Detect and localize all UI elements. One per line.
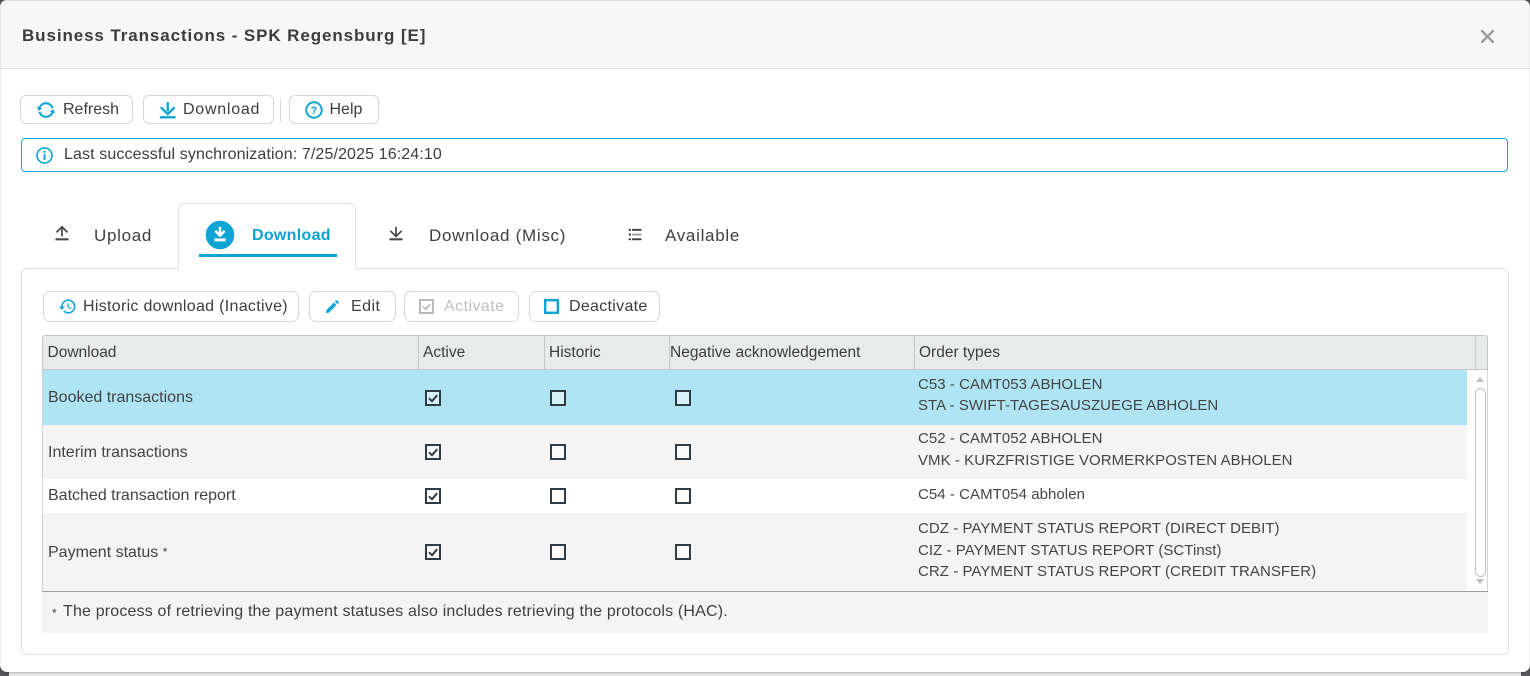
- svg-text:?: ?: [311, 104, 318, 116]
